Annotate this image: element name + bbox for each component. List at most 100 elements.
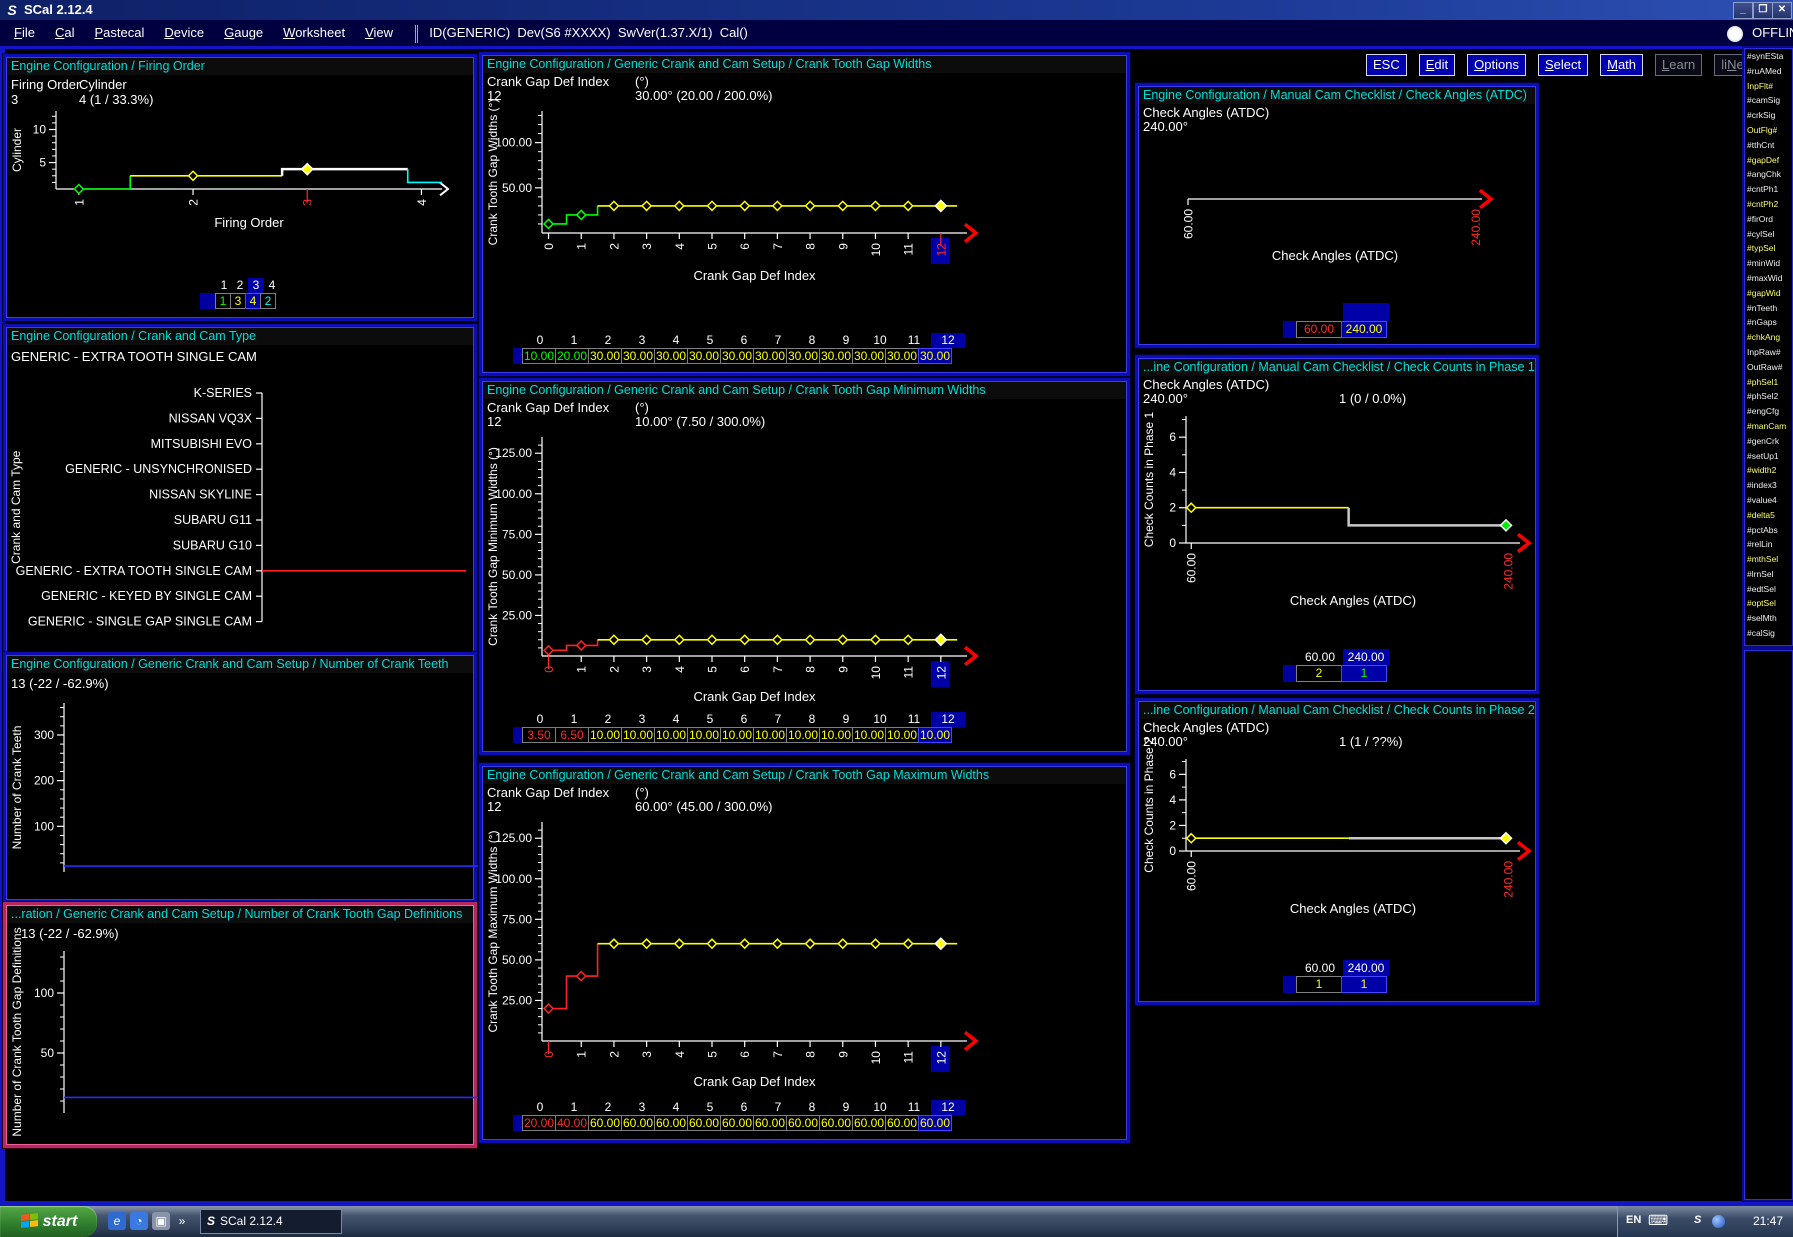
- sidebar-watch-item[interactable]: #edtSel: [1745, 582, 1792, 597]
- sidebar-watch-item[interactable]: #chkAng: [1745, 330, 1792, 345]
- check-counts-phase2-chart[interactable]: 024660.00240.00Check Angles (ATDC)Check …: [1140, 751, 1534, 956]
- table-header-cell[interactable]: 2: [591, 333, 625, 348]
- sidebar-watch-item[interactable]: #relLin: [1745, 537, 1792, 552]
- table-value-cell[interactable]: 30.00: [819, 348, 853, 364]
- sidebar-watch-item[interactable]: #synESta: [1745, 49, 1792, 64]
- table-header-cell[interactable]: 1: [557, 333, 591, 348]
- sidebar-watch-item[interactable]: #delta5: [1745, 508, 1792, 523]
- sidebar-watch-item[interactable]: #nGaps: [1745, 315, 1792, 330]
- table-value-cell[interactable]: 1: [1341, 665, 1387, 682]
- menu-item-view[interactable]: View: [355, 20, 403, 46]
- table-value-cell[interactable]: 60.00: [852, 1115, 886, 1131]
- panel-crank-cam-type[interactable]: Engine Configuration / Crank and Cam Typ…: [6, 327, 474, 652]
- table-value-cell[interactable]: 60.00: [720, 1115, 754, 1131]
- table-header-cell[interactable]: 10: [863, 1100, 897, 1115]
- quicklaunch-browser-icon[interactable]: ◔: [130, 1212, 148, 1230]
- table-value-cell[interactable]: 2: [260, 293, 276, 309]
- table-header-cell[interactable]: 0: [523, 712, 557, 727]
- table-value-cell[interactable]: 30.00: [786, 348, 820, 364]
- check-counts-phase1-chart[interactable]: 024660.00240.00Check Angles (ATDC)Check …: [1140, 408, 1534, 648]
- table-header-cell[interactable]: 10: [863, 333, 897, 348]
- watch-list-sidebar[interactable]: #synESta#ruAMedInpFlt##camSig#crkSigOutF…: [1744, 48, 1793, 646]
- table-header-cell[interactable]: 2: [591, 1100, 625, 1115]
- close-button[interactable]: ✕: [1772, 2, 1792, 19]
- sidebar-watch-item[interactable]: #crkSig: [1745, 108, 1792, 123]
- table-header-cell[interactable]: 7: [761, 712, 795, 727]
- table-header-cell[interactable]: 0: [523, 1100, 557, 1115]
- table-value-cell[interactable]: 10.00: [522, 348, 556, 364]
- tray-scal-icon[interactable]: S: [1694, 1214, 1701, 1226]
- sidebar-watch-item[interactable]: #gapDef: [1745, 153, 1792, 168]
- table-header-cell[interactable]: 9: [829, 1100, 863, 1115]
- gap-min-widths-table[interactable]: 01234567891011123.506.5010.0010.0010.001…: [513, 712, 965, 743]
- table-value-cell[interactable]: 60.00: [753, 1115, 787, 1131]
- table-value-cell[interactable]: 10.00: [753, 727, 787, 743]
- table-value-cell[interactable]: 10.00: [621, 727, 655, 743]
- gap-min-widths-chart[interactable]: 25.0050.0075.00100.00125.000123456789101…: [484, 429, 1127, 709]
- table-header-cell[interactable]: 1: [557, 1100, 591, 1115]
- cam-type-list-chart[interactable]: K-SERIESNISSAN VQ3XMITSUBISHI EVOGENERIC…: [8, 373, 472, 645]
- table-value-cell[interactable]: 6.50: [555, 727, 589, 743]
- table-header-cell[interactable]: 240.00: [1343, 649, 1389, 665]
- crank-teeth-chart[interactable]: 100200300Number of Crank Teeth: [8, 693, 472, 898]
- sidebar-watch-item[interactable]: #cntPh1: [1745, 182, 1792, 197]
- table-value-cell[interactable]: 60.00: [621, 1115, 655, 1131]
- sidebar-watch-item[interactable]: #engCfg: [1745, 404, 1792, 419]
- table-header-cell[interactable]: 6: [727, 712, 761, 727]
- panel-check-angles[interactable]: Engine Configuration / Manual Cam Checkl…: [1138, 86, 1536, 345]
- table-value-cell[interactable]: 30.00: [720, 348, 754, 364]
- table-value-cell[interactable]: 30.00: [753, 348, 787, 364]
- table-header-cell[interactable]: [1297, 303, 1343, 321]
- sidebar-watch-item[interactable]: #angChk: [1745, 167, 1792, 182]
- table-value-cell[interactable]: 10.00: [687, 727, 721, 743]
- table-header-cell[interactable]: 3: [248, 278, 264, 293]
- table-value-cell[interactable]: 1: [1296, 976, 1342, 993]
- table-value-cell[interactable]: 30.00: [588, 348, 622, 364]
- table-header-cell[interactable]: 7: [761, 333, 795, 348]
- gap-widths-chart[interactable]: 50.00100.000123456789101112Crank Gap Def…: [484, 103, 1127, 328]
- sidebar-watch-item[interactable]: #optSel: [1745, 596, 1792, 611]
- table-header-cell[interactable]: 8: [795, 333, 829, 348]
- sidebar-watch-item[interactable]: #width2: [1745, 463, 1792, 478]
- sidebar-watch-item[interactable]: #minWid: [1745, 256, 1792, 271]
- title-bar[interactable]: S SCal 2.12.4 _ ❐ ✕: [0, 0, 1793, 20]
- sidebar-watch-item[interactable]: InpFlt#: [1745, 79, 1792, 94]
- sidebar-watch-item[interactable]: #phSel1: [1745, 375, 1792, 390]
- table-value-cell[interactable]: 60.00: [687, 1115, 721, 1131]
- sidebar-watch-item[interactable]: OutFlg#: [1745, 123, 1792, 138]
- table-value-cell[interactable]: 30.00: [918, 348, 952, 364]
- table-value-cell[interactable]: 30.00: [852, 348, 886, 364]
- table-header-cell[interactable]: 3: [625, 333, 659, 348]
- gap-max-widths-chart[interactable]: 25.0050.0075.00100.00125.000123456789101…: [484, 814, 1127, 1094]
- table-header-cell[interactable]: 3: [625, 712, 659, 727]
- table-value-cell[interactable]: 3.50: [522, 727, 556, 743]
- button-esc[interactable]: ESC: [1366, 54, 1407, 76]
- table-header-cell[interactable]: 60.00: [1297, 649, 1343, 665]
- keyboard-icon[interactable]: ⌨: [1648, 1212, 1668, 1229]
- table-value-cell[interactable]: 30.00: [621, 348, 655, 364]
- menu-item-cal[interactable]: Cal: [45, 20, 85, 46]
- table-header-cell[interactable]: 4: [659, 1100, 693, 1115]
- table-header-cell[interactable]: 12: [931, 712, 965, 727]
- table-header-cell[interactable]: 10: [863, 712, 897, 727]
- table-header-cell[interactable]: 11: [897, 712, 931, 727]
- sidebar-watch-item[interactable]: #typSel: [1745, 241, 1792, 256]
- panel-gap-min-widths[interactable]: Engine Configuration / Generic Crank and…: [482, 381, 1127, 752]
- table-value-cell[interactable]: 10.00: [786, 727, 820, 743]
- sidebar-watch-item[interactable]: #phSel2: [1745, 389, 1792, 404]
- panel-check-counts-phase1[interactable]: ...ine Configuration / Manual Cam Checkl…: [1138, 358, 1536, 691]
- table-value-cell[interactable]: 30.00: [687, 348, 721, 364]
- table-value-cell[interactable]: 2: [1296, 665, 1342, 682]
- menu-item-file[interactable]: File: [4, 20, 45, 46]
- check-angles-table[interactable]: 60.00240.00: [1283, 303, 1389, 338]
- check-angles-chart[interactable]: 60.00240.00Check Angles (ATDC): [1140, 138, 1534, 298]
- gap-max-widths-table[interactable]: 012345678910111220.0040.0060.0060.0060.0…: [513, 1100, 965, 1131]
- empty-sidebar[interactable]: [1744, 650, 1793, 1200]
- sidebar-watch-item[interactable]: #camSig: [1745, 93, 1792, 108]
- check-counts-phase2-table[interactable]: 60.00240.0011: [1283, 960, 1389, 993]
- start-button[interactable]: start: [0, 1206, 97, 1237]
- table-header-cell[interactable]: 2: [232, 278, 248, 293]
- sidebar-watch-item[interactable]: #mthSel: [1745, 552, 1792, 567]
- sidebar-watch-item[interactable]: #selMth: [1745, 611, 1792, 626]
- button-options[interactable]: Options: [1467, 54, 1526, 76]
